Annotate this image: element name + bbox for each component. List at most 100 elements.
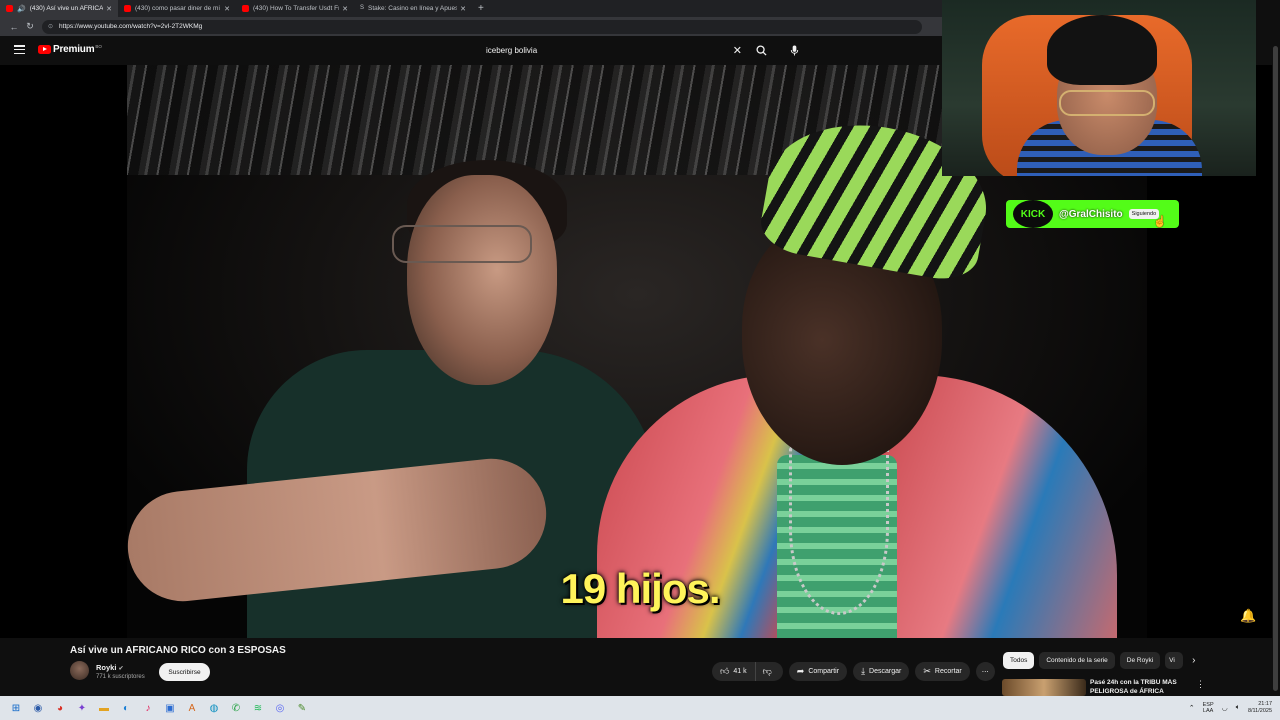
verified-icon: ✔	[118, 666, 124, 672]
streamer-hair	[1047, 15, 1157, 85]
youtube-favicon-icon	[6, 5, 13, 12]
microphone-icon	[790, 45, 799, 56]
store-icon[interactable]: ▣	[163, 701, 177, 715]
thumbs-up-icon: 👍︎	[720, 666, 730, 676]
wifi-icon[interactable]: ◡	[1222, 704, 1228, 712]
search-icon	[755, 45, 767, 56]
clock[interactable]: 21:17 8/11/2025	[1248, 701, 1272, 715]
video-caption: 19 hijos.	[560, 565, 720, 612]
tab-label: (430) Así vive un AFRICANO	[29, 5, 104, 12]
chip-all[interactable]: Todos	[1003, 652, 1035, 669]
tray-expand-icon[interactable]: ⌃	[1189, 704, 1195, 712]
channel-avatar[interactable]	[70, 661, 89, 680]
tab-label: (430) How To Transfer Usdt From	[253, 5, 339, 12]
edge-icon[interactable]: ◍	[207, 701, 221, 715]
youtube-play-icon	[38, 45, 51, 54]
windows-start-icon[interactable]: ⊞	[9, 701, 23, 715]
download-button[interactable]: ⤓ Descargar	[853, 662, 910, 681]
download-label: Descargar	[869, 668, 902, 675]
search-input[interactable]: iceberg bolivia ✕	[478, 41, 748, 60]
subscriber-count: 771 k suscriptores	[96, 674, 145, 680]
tab-label: Stake: Casino en línea y Apuestas	[368, 5, 458, 12]
scrollbar-thumb[interactable]	[1273, 46, 1278, 691]
stake-favicon-icon: S	[360, 5, 365, 11]
clip-label: Recortar	[934, 668, 962, 675]
mouse-cursor-icon: ☝	[1153, 216, 1167, 228]
channel-name[interactable]: Royki ✔	[96, 663, 123, 672]
clock-date: 8/11/2025	[1247, 708, 1272, 714]
notification-bell-icon[interactable]: 🔔	[1240, 608, 1256, 624]
scissors-icon: ✂	[923, 666, 931, 676]
share-icon: ➦	[796, 666, 805, 676]
recommendation-chips: Todos Contenido de la serie De Royki Vi …	[1003, 652, 1196, 669]
tab-stake[interactable]: S Stake: Casino en línea y Apuestas ✕	[354, 0, 472, 17]
clear-search-icon[interactable]: ✕	[733, 44, 742, 57]
close-tab-icon[interactable]: ✕	[224, 5, 230, 13]
url-field[interactable]: ⊙ https://www.youtube.com/watch?v=2vI-2T…	[42, 19, 922, 34]
chrome-icon[interactable]: ◕	[53, 701, 67, 715]
hamburger-menu-icon[interactable]	[14, 45, 25, 55]
video-title: Así vive un AFRICANO RICO con 3 ESPOSAS	[70, 645, 286, 656]
share-label: Compartir	[808, 668, 840, 675]
system-tray: ⌃ ESP LAA ◡ 🔈︎ 21:17 8/11/2025	[1189, 696, 1272, 720]
more-actions-button[interactable]: ⋯	[975, 662, 995, 681]
chip-series[interactable]: Contenido de la serie	[1039, 652, 1115, 669]
chevron-right-icon[interactable]: ›	[1192, 655, 1195, 666]
discord-icon[interactable]: ◎	[273, 701, 287, 715]
kick-handle: @GralChisito	[1059, 208, 1123, 220]
close-tab-icon[interactable]: ✕	[460, 5, 466, 13]
kebab-menu-icon[interactable]: ⋮	[1196, 679, 1205, 690]
address-bar: ← ↻ ⊙ https://www.youtube.com/watch?v=2v…	[0, 17, 942, 36]
channel-name-text: Royki	[96, 663, 117, 672]
reload-icon[interactable]: ↻	[22, 21, 38, 32]
page-scrollbar[interactable]	[1272, 36, 1280, 696]
dislike-button[interactable]: 👎︎	[755, 662, 783, 681]
share-button[interactable]: ➦ Compartir	[788, 662, 848, 681]
more-icon: ⋯	[981, 668, 989, 676]
like-count: 41 k	[733, 668, 747, 675]
search-button[interactable]	[750, 41, 772, 60]
thumbs-down-icon: 👎︎	[762, 666, 772, 676]
subscribe-button[interactable]: Suscribirse	[159, 663, 210, 681]
recommended-title[interactable]: Pasé 24h con la TRIBU MÁS PELIGROSA de Á…	[1090, 679, 1195, 696]
new-tab-icon[interactable]: +	[478, 3, 484, 14]
voice-search-button[interactable]	[785, 41, 804, 60]
glasses	[392, 225, 532, 263]
clip-button[interactable]: ✂ Recortar	[915, 662, 970, 681]
clock-time: 21:17	[1258, 701, 1272, 707]
language-indicator[interactable]: ESP LAA	[1203, 702, 1214, 715]
copilot-icon[interactable]: ◐	[119, 701, 133, 715]
whatsapp-icon[interactable]: ✆	[229, 701, 243, 715]
youtube-premium-logo[interactable]: Premium BO	[38, 44, 102, 55]
young-man-face	[407, 175, 557, 385]
tiktok-icon[interactable]: ♪	[141, 701, 155, 715]
speaker-icon[interactable]: 🔊	[17, 5, 26, 13]
browser-shield-icon[interactable]: ◉	[31, 701, 45, 715]
url-text: https://www.youtube.com/watch?v=2vI-2T2W…	[59, 23, 203, 30]
back-arrow-icon[interactable]: ←	[6, 22, 22, 32]
like-button[interactable]: 👍︎ 41 k	[712, 662, 756, 681]
file-explorer-icon[interactable]: ▬	[97, 701, 111, 715]
app-icon[interactable]: ✎	[295, 701, 309, 715]
chip-viewed[interactable]: Vi	[1165, 652, 1184, 669]
volume-icon[interactable]: 🔈︎	[1236, 704, 1240, 712]
like-dislike-group: 👍︎ 41 k 👎︎	[712, 662, 783, 681]
tab-label: (430) como pasar diner de mi wa	[135, 5, 222, 12]
country-code: BO	[95, 44, 102, 49]
tab-wallet[interactable]: (430) como pasar diner de mi wa ✕	[118, 0, 236, 17]
tab-video[interactable]: 🔊 (430) Así vive un AFRICANO ✕	[0, 0, 118, 17]
recommended-thumbnail[interactable]	[1002, 679, 1086, 696]
close-tab-icon[interactable]: ✕	[342, 5, 348, 13]
close-tab-icon[interactable]: ✕	[106, 5, 112, 13]
youtube-favicon-icon	[124, 5, 131, 12]
ai-assistant-icon[interactable]: ✦	[75, 701, 89, 715]
tab-usdt[interactable]: (430) How To Transfer Usdt From ✕	[236, 0, 354, 17]
app-a-icon[interactable]: A	[185, 701, 199, 715]
download-icon: ⤓	[861, 666, 866, 676]
spotify-icon[interactable]: ≋	[251, 701, 265, 715]
site-info-icon[interactable]: ⊙	[48, 23, 53, 30]
logo-text: Premium	[53, 44, 95, 55]
chip-from-channel[interactable]: De Royki	[1119, 652, 1161, 669]
browser-tab-bar: 🔊 (430) Así vive un AFRICANO ✕ (430) com…	[0, 0, 942, 17]
video-actions: 👍︎ 41 k 👎︎ ➦ Compartir ⤓ Descargar ✂ Recorta…	[712, 662, 995, 681]
